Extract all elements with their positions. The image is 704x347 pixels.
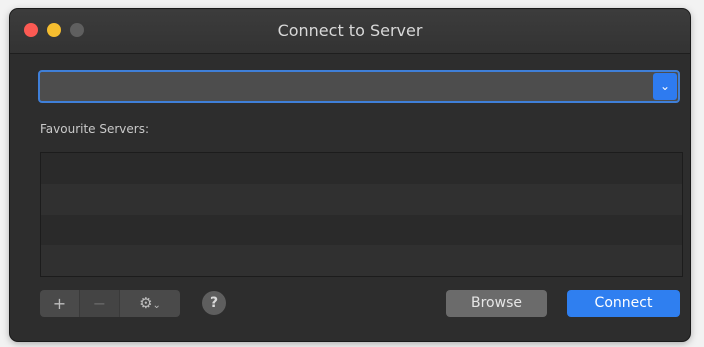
server-history-dropdown-button[interactable]: ⌄ [653,73,677,100]
gear-icon: ⚙ [139,294,153,312]
title-bar: Connect to Server [10,9,690,54]
favourite-servers-list[interactable] [40,152,683,277]
connect-to-server-window: Connect to Server ⌄ Favourite Servers: +… [10,9,690,341]
connect-button[interactable]: Connect [567,290,680,317]
question-mark-icon: ? [209,295,219,311]
list-row [41,245,682,276]
favourite-servers-label: Favourite Servers: [40,122,150,136]
minus-icon: − [92,294,107,313]
plus-icon: + [52,294,67,313]
add-favourite-button[interactable]: + [40,290,80,317]
chevron-down-icon: ⌄ [659,79,671,93]
list-row [41,214,682,246]
server-address-combobox[interactable]: ⌄ [38,70,680,103]
server-address-input[interactable] [40,72,652,101]
list-row [41,183,682,215]
remove-favourite-button[interactable]: − [80,290,120,317]
browse-button[interactable]: Browse [446,290,547,317]
list-row [41,153,682,184]
favourites-toolbar: + − ⚙⌄ [40,290,180,317]
window-title: Connect to Server [277,21,423,40]
action-menu-button[interactable]: ⚙⌄ [120,290,180,317]
chevron-down-icon: ⌄ [152,300,161,311]
help-button[interactable]: ? [202,291,226,315]
